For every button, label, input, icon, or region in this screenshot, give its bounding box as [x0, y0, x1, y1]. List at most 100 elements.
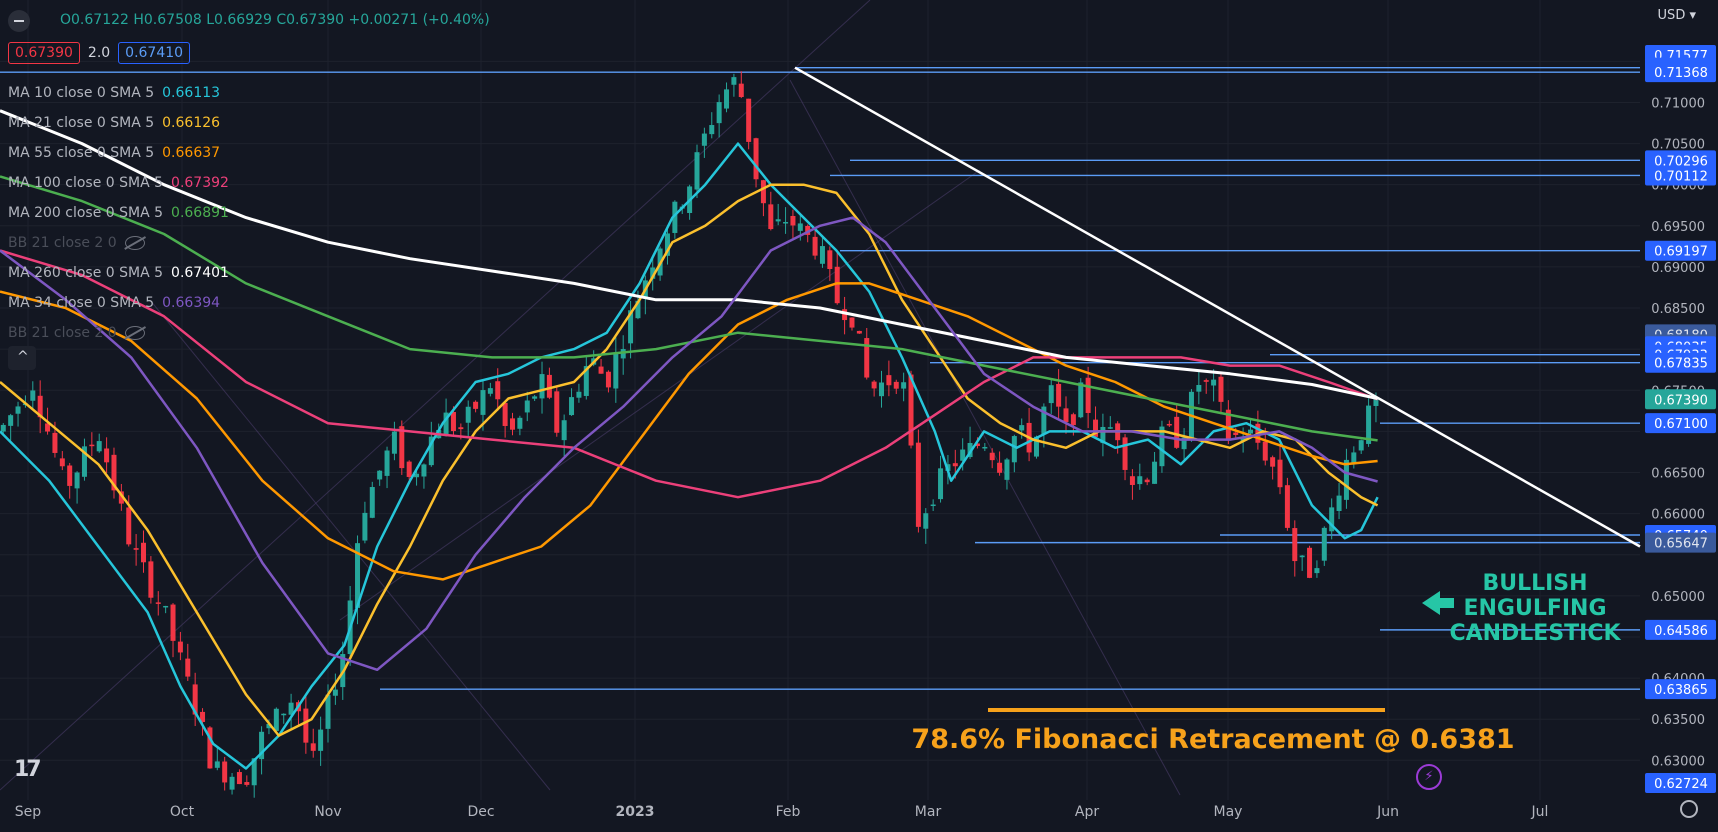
- candle-body: [480, 390, 486, 415]
- candle-body: [391, 431, 397, 454]
- lightning-icon[interactable]: ⚡: [1416, 764, 1442, 790]
- y-tick-label: 0.66500: [1651, 466, 1705, 481]
- indicator-row[interactable]: MA 100 close 0 SMA 5 0.67392: [8, 168, 229, 198]
- indicator-label: MA 21 close 0 SMA 5: [8, 115, 155, 131]
- price-axis: 0.710000.705000.700000.695000.690000.685…: [1645, 0, 1718, 832]
- candle-body: [930, 504, 936, 507]
- x-tick-label: 2023: [616, 804, 655, 820]
- candle-body: [458, 427, 464, 430]
- candle-body: [1218, 376, 1224, 402]
- y-tick-label: 0.65000: [1651, 590, 1705, 605]
- candle-body: [997, 462, 1003, 473]
- indicator-value: 0.66891: [171, 205, 229, 221]
- trendline: [794, 66, 1641, 548]
- candle-body: [1270, 457, 1276, 467]
- candle-body: [768, 204, 774, 230]
- chart-grid: [0, 0, 1640, 800]
- indicator-row[interactable]: MA 260 close 0 SMA 5 0.67401: [8, 258, 229, 288]
- indicator-row[interactable]: MA 21 close 0 SMA 5 0.66126: [8, 108, 229, 138]
- candle-body: [96, 441, 102, 452]
- indicator-row[interactable]: MA 55 close 0 SMA 5 0.66637: [8, 138, 229, 168]
- candle-body: [67, 465, 73, 486]
- candle-body: [163, 605, 169, 608]
- candle-body: [1078, 382, 1084, 418]
- candle-body: [1107, 427, 1113, 429]
- y-tick-label: 0.66000: [1651, 508, 1705, 523]
- indicator-row[interactable]: BB 21 close 2 0: [8, 228, 229, 258]
- x-tick-label: Jul: [1531, 804, 1549, 820]
- candle-body: [1314, 568, 1320, 574]
- y-tick-label: 0.71000: [1651, 96, 1705, 111]
- candle-body: [126, 507, 132, 545]
- candle-body: [310, 743, 316, 751]
- candle-body: [539, 374, 545, 399]
- candle-body: [1321, 527, 1327, 561]
- candle-body: [510, 418, 515, 430]
- hidden-eye-icon[interactable]: [124, 236, 145, 250]
- candle-body: [864, 338, 870, 378]
- tradingview-logo[interactable]: 17: [14, 757, 42, 782]
- indicator-row[interactable]: MA 200 close 0 SMA 5 0.66891: [8, 198, 229, 228]
- pattern-label: ENGULFING: [1463, 596, 1606, 621]
- candle-body: [879, 382, 884, 397]
- indicator-legend: MA 10 close 0 SMA 5 0.66113 MA 21 close 0 …: [8, 78, 229, 348]
- candle-body: [1248, 429, 1253, 434]
- candle-body: [605, 371, 611, 388]
- candle-body: [1292, 528, 1298, 562]
- pattern-label: CANDLESTICK: [1449, 621, 1621, 646]
- candle-body: [1284, 485, 1290, 528]
- candle-body: [524, 400, 530, 413]
- candle-body: [362, 512, 368, 541]
- indicator-row[interactable]: MA 10 close 0 SMA 5 0.66113: [8, 78, 229, 108]
- candle-body: [1277, 459, 1283, 488]
- candle-body: [487, 388, 493, 394]
- candle-body: [177, 641, 183, 653]
- y-tick-label: 0.63500: [1651, 713, 1705, 728]
- candle-body: [1048, 385, 1054, 404]
- candle-body: [783, 222, 789, 224]
- candle-body: [827, 250, 833, 269]
- indicator-label: BB 21 close 2 0: [8, 325, 117, 341]
- candle-body: [871, 381, 877, 389]
- candle-body: [1343, 459, 1349, 500]
- settings-icon[interactable]: [1680, 800, 1698, 818]
- candle-body: [1122, 437, 1128, 470]
- y-tick-label: 0.68500: [1651, 302, 1705, 317]
- price-label: 0.62724: [1654, 777, 1708, 792]
- x-tick-label: Apr: [1075, 804, 1099, 820]
- indicator-value: 0.66637: [162, 145, 221, 161]
- candle-body: [332, 689, 338, 696]
- candle-body: [738, 83, 744, 98]
- candle-body: [1233, 432, 1239, 436]
- candle-body: [74, 472, 80, 489]
- downtrend-line: [794, 66, 1641, 548]
- candle-body: [1070, 414, 1076, 426]
- candle-body: [886, 375, 892, 386]
- candle-body: [303, 708, 309, 743]
- time-axis: Sep Oct Nov Dec 2023 Feb Mar Apr May Jun Jul: [15, 804, 1549, 820]
- currency-selector[interactable]: USD ▾: [1658, 8, 1696, 23]
- indicator-row[interactable]: BB 21 close 2 0: [8, 318, 229, 348]
- x-tick-label: Nov: [314, 804, 341, 820]
- candle-body: [856, 330, 862, 334]
- candle-body: [982, 446, 988, 449]
- candle-body: [59, 458, 65, 467]
- price-label: 0.67390: [1654, 393, 1708, 408]
- candle-body: [1174, 416, 1180, 448]
- candle-body: [1004, 459, 1010, 480]
- indicator-row[interactable]: MA 34 close 0 SMA 5 0.66394: [8, 288, 229, 318]
- candle-body: [923, 513, 929, 529]
- candle-body: [214, 761, 220, 768]
- indicator-label: BB 21 close 2 0: [8, 235, 117, 251]
- legend-menu-icon[interactable]: [8, 10, 30, 32]
- candle-body: [716, 102, 722, 124]
- candle-body: [952, 463, 958, 467]
- candle-body: [724, 89, 730, 109]
- ask-price-button[interactable]: 0.67410: [118, 42, 191, 64]
- collapse-legend-button[interactable]: [8, 346, 36, 370]
- bid-price-button[interactable]: 0.67390: [8, 42, 80, 64]
- candle-body: [709, 125, 715, 135]
- hidden-eye-icon[interactable]: [124, 326, 145, 340]
- indicator-label: MA 55 close 0 SMA 5: [8, 145, 155, 161]
- price-chart[interactable]: 78.6% Fibonacci Retracement @ 0.6381 BULL…: [0, 0, 1718, 832]
